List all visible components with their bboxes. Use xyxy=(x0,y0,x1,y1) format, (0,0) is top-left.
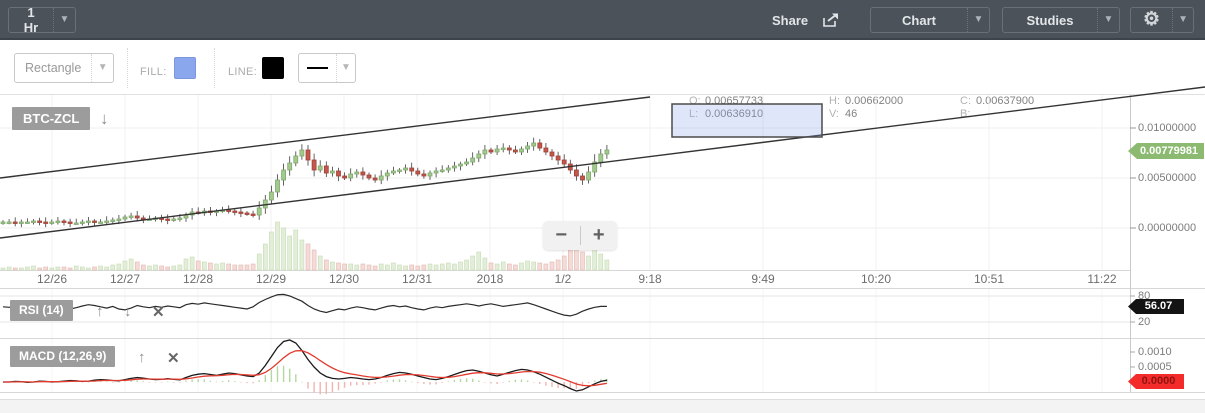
drawing-tool-select[interactable]: Rectangle ▼ xyxy=(14,53,114,83)
macd-tick-1: 0.0010 xyxy=(1138,346,1172,358)
rsi-study-badge[interactable]: RSI (14) xyxy=(10,300,73,321)
line-color-swatch[interactable] xyxy=(262,57,284,79)
volume-label: V: xyxy=(829,108,839,120)
close-icon[interactable]: ✕ xyxy=(152,303,165,321)
current-price-badge: 0.00779981 xyxy=(1128,143,1204,159)
close-value: 0.00637900 xyxy=(976,95,1035,107)
symbol-badge: BTC-ZCL xyxy=(12,107,91,130)
chevron-down-icon[interactable]: ▼ xyxy=(335,54,355,82)
timeframe-label: 1 Hr xyxy=(23,5,39,35)
toolbar-divider xyxy=(214,48,215,88)
arrow-up-icon[interactable]: ↑ xyxy=(138,349,146,366)
x-axis-tick-label: 12/30 xyxy=(328,272,360,286)
rectangle-drawing[interactable] xyxy=(672,104,822,137)
share-icon xyxy=(822,12,842,28)
rsi-lower-tick: 20 xyxy=(1138,316,1151,328)
ohlc-readout-col3: C: 0.00637900 B: xyxy=(960,95,1034,121)
zoom-in-button[interactable]: + xyxy=(581,222,618,249)
chevron-down-icon[interactable]: ▼ xyxy=(53,8,75,32)
x-axis-tick-label: 11:22 xyxy=(1087,272,1117,286)
price-axis-label: 0.00500000 xyxy=(1138,172,1197,184)
high-label: H: xyxy=(829,95,840,107)
fill-label: FILL: xyxy=(140,66,167,78)
share-button[interactable]: Share xyxy=(772,7,842,33)
line-style-select[interactable]: ▼ xyxy=(298,53,356,83)
x-axis-tick-label: 12/29 xyxy=(255,272,287,286)
arrow-down-icon[interactable]: ↓ xyxy=(124,303,132,320)
chevron-down-icon[interactable]: ▼ xyxy=(91,54,113,82)
chevron-down-icon[interactable]: ▼ xyxy=(1172,8,1193,32)
zoom-controls: − + xyxy=(543,221,617,250)
trading-chart-app: 1 Hr ▼ Share Chart ▼ Studies ▼ ⚙ ▼ Recta… xyxy=(0,0,1205,413)
price-axis-label: 0.00000000 xyxy=(1138,222,1197,234)
chevron-down-icon[interactable]: ▼ xyxy=(1097,8,1119,32)
rsi-value-badge: 56.07 xyxy=(1128,299,1184,314)
chart-type-button[interactable]: Chart ▼ xyxy=(870,7,990,33)
toolbar-divider xyxy=(127,48,128,88)
price-axis-label: 0.01000000 xyxy=(1138,122,1197,134)
ohlc-readout-col2: H: 0.00662000 V: 46 xyxy=(829,95,903,121)
studies-label: Studies xyxy=(1026,12,1074,28)
drawing-tool-value: Rectangle xyxy=(25,61,82,75)
x-axis-tick-label: 2018 xyxy=(476,272,504,286)
settings-button[interactable]: ⚙ ▼ xyxy=(1130,7,1194,33)
x-axis-tick-label: 12/31 xyxy=(401,272,433,286)
x-axis-tick-label: 12/26 xyxy=(36,272,68,286)
footer-band xyxy=(0,399,1205,413)
macd-study-badge[interactable]: MACD (12,26,9) xyxy=(10,346,116,367)
high-value: 0.00662000 xyxy=(845,95,904,107)
macd-value-badge: 0.0000 xyxy=(1128,374,1184,389)
x-axis-tick-label: 9:18 xyxy=(638,272,662,286)
x-axis-tick-label: 1/2 xyxy=(554,272,572,286)
zoom-out-button[interactable]: − xyxy=(543,222,580,249)
x-axis-tick-label: 12/27 xyxy=(109,272,141,286)
x-axis-tick-label: 10:20 xyxy=(860,272,892,286)
gear-icon: ⚙ xyxy=(1143,9,1161,30)
x-axis-labels: 12/26 12/27 12/28 12/29 12/30 12/31 2018 1/2 9:1… xyxy=(0,272,1205,288)
close-label: C: xyxy=(960,95,971,107)
studies-button[interactable]: Studies ▼ xyxy=(1002,7,1120,33)
line-label: LINE: xyxy=(228,66,258,78)
bid-label: B: xyxy=(960,108,971,120)
close-icon[interactable]: ✕ xyxy=(167,349,180,367)
chevron-down-icon[interactable]: ▼ xyxy=(967,8,989,32)
chart-type-label: Chart xyxy=(902,12,936,28)
line-style-icon xyxy=(307,67,328,69)
x-axis-tick-label: 10:51 xyxy=(973,272,1005,286)
x-axis-tick-label: 12/28 xyxy=(182,272,214,286)
drawing-toolbar: Rectangle ▼ FILL: LINE: ▼ O: 0.00657733 L… xyxy=(0,40,1205,120)
volume-value: 46 xyxy=(845,108,858,120)
macd-tick-2: 0.0005 xyxy=(1138,361,1172,373)
share-label: Share xyxy=(772,12,809,28)
x-axis-tick-label: 9:49 xyxy=(751,272,775,286)
top-toolbar: 1 Hr ▼ Share Chart ▼ Studies ▼ ⚙ ▼ xyxy=(0,0,1205,40)
arrow-down-icon[interactable]: ↓ xyxy=(100,109,109,129)
timeframe-button[interactable]: 1 Hr ▼ xyxy=(8,5,76,35)
arrow-up-icon[interactable]: ↑ xyxy=(96,303,104,320)
fill-color-swatch[interactable] xyxy=(174,57,196,79)
